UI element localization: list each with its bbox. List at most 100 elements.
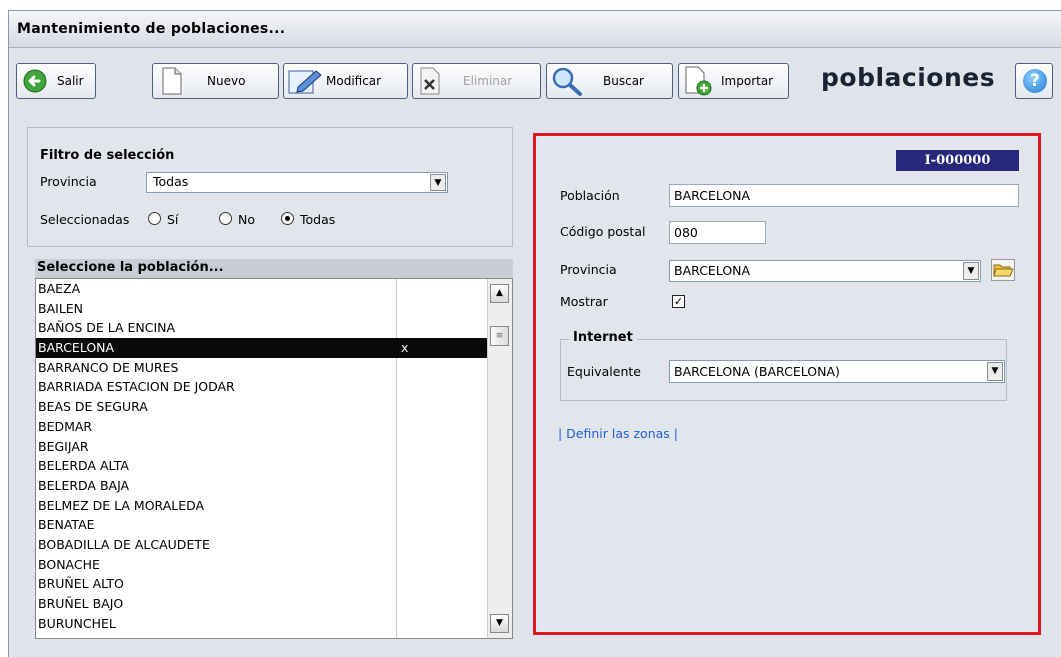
list-item[interactable]: BAÑOS DE LA ENCINA bbox=[36, 318, 488, 338]
list-item-name: BELERDA ALTA bbox=[38, 458, 129, 474]
mostrar-checkbox[interactable]: ✓ bbox=[672, 295, 685, 308]
list-item[interactable]: BARRIADA ESTACION DE JODAR bbox=[36, 377, 488, 397]
poblaciones-list[interactable]: BAEZA BAILEN BAÑOS DE LA ENCINA BARCELONA x B… bbox=[35, 278, 513, 639]
list-item-name: CABRA DE SANTO CRISTO bbox=[38, 635, 200, 638]
list-item-name: BELERDA BAJA bbox=[38, 477, 130, 493]
list-item-name: BARRANCO DE MURES bbox=[38, 359, 179, 375]
help-button[interactable]: ? bbox=[1015, 63, 1053, 99]
buscar-button[interactable]: Buscar bbox=[546, 63, 673, 99]
module-title: poblaciones bbox=[821, 63, 996, 92]
list-item-name: BARCELONA bbox=[38, 340, 115, 356]
list-item[interactable]: BELMEZ DE LA MORALEDA bbox=[36, 496, 488, 516]
chevron-down-icon[interactable]: ▼ bbox=[430, 174, 446, 191]
list-item-name: BEGIJAR bbox=[38, 438, 89, 454]
list-item[interactable]: BOBADILLA DE ALCAUDETE bbox=[36, 535, 488, 555]
list-item-name: BRUÑEL ALTO bbox=[38, 576, 124, 592]
list-item[interactable]: BRUÑEL ALTO bbox=[36, 574, 488, 594]
internet-group: Internet Equivalente BARCELONA (BARCELON… bbox=[560, 330, 1007, 401]
provincia-value: BARCELONA bbox=[674, 263, 751, 278]
codigo-postal-label: Código postal bbox=[560, 224, 646, 239]
list-item[interactable]: CABRA DE SANTO CRISTO bbox=[36, 633, 488, 638]
radio-si[interactable] bbox=[148, 212, 161, 225]
list-item[interactable]: BAILEN bbox=[36, 299, 488, 319]
list-item[interactable]: BELERDA ALTA bbox=[36, 456, 488, 476]
exit-arrow-icon bbox=[23, 69, 47, 93]
provincia-filter-value: Todas bbox=[153, 174, 189, 189]
scroll-down-icon[interactable]: ▼ bbox=[490, 614, 509, 633]
equivalente-value: BARCELONA (BARCELONA) bbox=[674, 364, 840, 379]
definir-zonas-link[interactable]: | Definir las zonas | bbox=[558, 426, 678, 441]
record-id-badge: I-000000 bbox=[896, 150, 1019, 171]
list-item[interactable]: BELERDA BAJA bbox=[36, 476, 488, 496]
internet-group-title: Internet bbox=[569, 330, 637, 345]
list-header: Seleccione la población... bbox=[35, 259, 513, 278]
list-item-name: BAEZA bbox=[38, 281, 81, 296]
nuevo-label: Nuevo bbox=[207, 74, 246, 88]
scroll-thumb[interactable]: ≡ bbox=[490, 326, 509, 346]
title-bar: Mantenimiento de poblaciones... bbox=[9, 11, 1061, 48]
list-item-name: BELMEZ DE LA MORALEDA bbox=[38, 497, 205, 513]
list-scrollbar[interactable]: ▲ ≡ ▼ bbox=[487, 279, 512, 638]
list-item-name: BURUNCHEL bbox=[38, 615, 116, 631]
nuevo-button[interactable]: Nuevo bbox=[152, 63, 279, 99]
scroll-up-icon[interactable]: ▲ bbox=[490, 284, 509, 303]
codigo-postal-field[interactable]: 080 bbox=[669, 221, 766, 244]
list-item-name: BRUÑEL BAJO bbox=[38, 596, 124, 611]
list-item[interactable]: BEAS DE SEGURA bbox=[36, 397, 488, 417]
list-item[interactable]: BARCELONA x bbox=[36, 338, 488, 358]
chevron-down-icon[interactable]: ▼ bbox=[963, 262, 979, 280]
equivalente-label: Equivalente bbox=[567, 364, 641, 379]
seleccionadas-label: Seleccionadas bbox=[40, 212, 130, 227]
list-item[interactable]: BONACHE bbox=[36, 555, 488, 575]
salir-label: Salir bbox=[57, 74, 84, 88]
new-document-icon bbox=[162, 67, 182, 95]
modificar-button[interactable]: Modificar bbox=[283, 63, 408, 99]
filter-panel: Filtro de selección Provincia Todas ▼ Se… bbox=[27, 127, 513, 247]
poblacion-field[interactable]: BARCELONA bbox=[669, 184, 1019, 207]
filter-title: Filtro de selección bbox=[40, 148, 175, 163]
eliminar-button[interactable]: Eliminar bbox=[412, 63, 541, 99]
modificar-label: Modificar bbox=[326, 74, 382, 88]
window-title: Mantenimiento de poblaciones... bbox=[17, 21, 286, 37]
delete-document-icon bbox=[420, 67, 440, 95]
list-item-name: BAILEN bbox=[38, 300, 84, 316]
open-folder-button[interactable] bbox=[991, 259, 1015, 281]
edit-pencil-icon bbox=[288, 70, 322, 94]
list-item-name: BEDMAR bbox=[38, 418, 93, 434]
eliminar-label: Eliminar bbox=[463, 74, 513, 88]
list-item-mark: x bbox=[401, 340, 409, 356]
folder-open-icon bbox=[993, 264, 1014, 277]
list-item-name: BONACHE bbox=[38, 556, 100, 572]
list-item[interactable]: BRUÑEL BAJO bbox=[36, 594, 488, 614]
list-rows: BAEZA BAILEN BAÑOS DE LA ENCINA BARCELONA x B… bbox=[36, 279, 488, 638]
list-item[interactable]: BENATAE bbox=[36, 515, 488, 535]
radio-no[interactable] bbox=[219, 212, 232, 225]
provincia-filter-select[interactable]: Todas ▼ bbox=[146, 172, 448, 193]
equivalente-select[interactable]: BARCELONA (BARCELONA) ▼ bbox=[669, 360, 1005, 383]
list-item-name: BARRIADA ESTACION DE JODAR bbox=[38, 379, 235, 395]
list-item[interactable]: BURUNCHEL bbox=[36, 614, 488, 634]
search-magnifier-icon bbox=[552, 67, 582, 96]
importar-label: Importar bbox=[721, 74, 774, 88]
radio-no-label: No bbox=[238, 212, 255, 227]
chevron-down-icon[interactable]: ▼ bbox=[987, 362, 1003, 381]
radio-todas[interactable] bbox=[281, 212, 294, 225]
main-window: Mantenimiento de poblaciones... Salir Nu… bbox=[8, 10, 1061, 657]
buscar-label: Buscar bbox=[603, 74, 644, 88]
poblacion-label: Población bbox=[560, 188, 620, 203]
list-item[interactable]: BEGIJAR bbox=[36, 437, 488, 457]
provincia-select[interactable]: BARCELONA ▼ bbox=[669, 260, 981, 282]
detail-panel: I-000000 Población BARCELONA Código post… bbox=[533, 133, 1041, 635]
salir-button[interactable]: Salir bbox=[16, 63, 96, 99]
list-item[interactable]: BAEZA bbox=[36, 279, 488, 299]
list-item[interactable]: BEDMAR bbox=[36, 417, 488, 437]
provincia-label: Provincia bbox=[560, 262, 617, 277]
import-document-icon bbox=[685, 66, 712, 96]
toolbar: Salir Nuevo Modificar Eliminar Buscar Im… bbox=[9, 59, 1061, 107]
help-icon: ? bbox=[1023, 69, 1047, 93]
importar-button[interactable]: Importar bbox=[678, 63, 789, 99]
mostrar-label: Mostrar bbox=[560, 294, 608, 309]
list-item[interactable]: BARRANCO DE MURES bbox=[36, 358, 488, 378]
radio-todas-label: Todas bbox=[300, 212, 336, 227]
list-item-name: BAÑOS DE LA ENCINA bbox=[38, 320, 176, 336]
